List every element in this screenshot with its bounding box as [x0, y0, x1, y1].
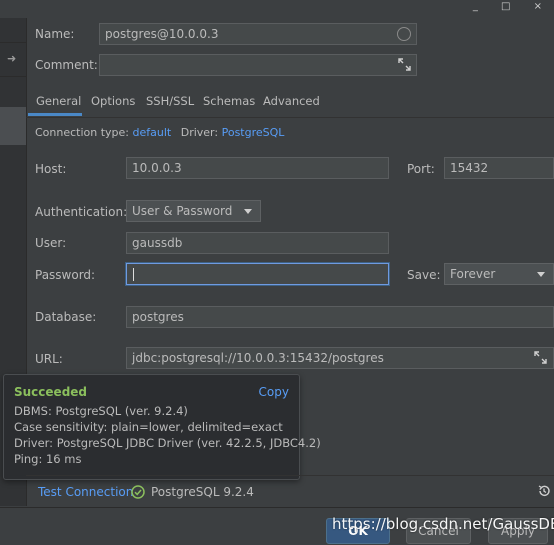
test-result-popup: Succeeded Copy DBMS: PostgreSQL (ver. 9.… [3, 374, 321, 480]
user-value: gaussdb [132, 236, 183, 250]
check-circle-icon [131, 485, 145, 499]
url-value: jdbc:postgresql://10.0.0.3:15432/postgre… [132, 351, 384, 365]
driver-link[interactable]: PostgreSQL [222, 126, 285, 139]
password-field[interactable] [126, 263, 389, 285]
user-label: User: [35, 236, 67, 250]
tab-separator [26, 117, 554, 118]
selected-data-source[interactable] [0, 107, 26, 145]
host-value: 10.0.0.3 [132, 161, 182, 175]
name-value: postgres@10.0.0.3 [105, 27, 219, 41]
popup-line-dbms: DBMS: PostgreSQL (ver. 9.2.4) [14, 404, 188, 418]
expand-icon[interactable] [398, 58, 411, 71]
port-field[interactable]: 15432 [444, 157, 554, 179]
connection-info: Connection type: default Driver: Postgre… [35, 126, 284, 139]
port-label: Port: [407, 162, 435, 176]
tab-ssh-ssl[interactable]: SSH/SSL [146, 94, 194, 108]
window-controls[interactable]: _ □ × [473, 1, 552, 12]
database-value: postgres [132, 310, 184, 324]
connection-type-label: Connection type: [35, 126, 130, 139]
popup-line-case: Case sensitivity: plain=lower, delimited… [14, 420, 283, 434]
tab-options[interactable]: Options [91, 94, 135, 108]
auth-dropdown[interactable]: User & Password [126, 200, 261, 222]
watermark: https://blog.csdn.net/GaussDB [332, 515, 554, 533]
name-field[interactable]: postgres@10.0.0.3 [99, 23, 417, 45]
save-label: Save: [407, 268, 441, 282]
active-tab-indicator [28, 113, 82, 116]
tab-schemas[interactable]: Schemas [203, 94, 255, 108]
host-field[interactable]: 10.0.0.3 [126, 157, 389, 179]
database-label: Database: [35, 310, 97, 324]
test-connection-link[interactable]: Test Connection [38, 485, 133, 499]
color-circle-icon[interactable] [397, 27, 411, 41]
comment-field[interactable] [99, 54, 417, 76]
arrow-right-icon[interactable]: ➜ [7, 52, 16, 65]
comment-label: Comment: [35, 58, 98, 72]
name-label: Name: [35, 27, 75, 41]
driver-label: Driver: [180, 126, 219, 139]
tab-general[interactable]: General [36, 94, 81, 108]
chevron-down-icon [537, 272, 545, 277]
chevron-down-icon [244, 209, 252, 214]
database-field[interactable]: postgres [126, 306, 554, 328]
popup-title: Succeeded [14, 385, 88, 399]
auth-label: Authentication: [35, 205, 128, 219]
url-label: URL: [35, 352, 63, 366]
port-value: 15432 [450, 161, 489, 175]
tab-advanced[interactable]: Advanced [263, 94, 320, 108]
text-caret [133, 268, 134, 281]
user-field[interactable]: gaussdb [126, 232, 389, 254]
popup-line-driver: Driver: PostgreSQL JDBC Driver (ver. 42.… [14, 436, 321, 450]
connection-type-link[interactable]: default [133, 126, 172, 139]
title-bar [0, 0, 554, 18]
popup-line-ping: Ping: 16 ms [14, 452, 82, 466]
auth-value: User & Password [132, 204, 233, 218]
save-dropdown[interactable]: Forever [444, 263, 554, 285]
host-label: Host: [35, 162, 67, 176]
test-result-text: PostgreSQL 9.2.4 [151, 485, 254, 499]
copy-link[interactable]: Copy [259, 385, 289, 399]
url-field[interactable]: jdbc:postgresql://10.0.0.3:15432/postgre… [126, 347, 554, 369]
history-icon[interactable] [537, 484, 551, 498]
expand-icon[interactable] [534, 351, 547, 364]
save-value: Forever [450, 267, 496, 281]
password-label: Password: [35, 268, 96, 282]
